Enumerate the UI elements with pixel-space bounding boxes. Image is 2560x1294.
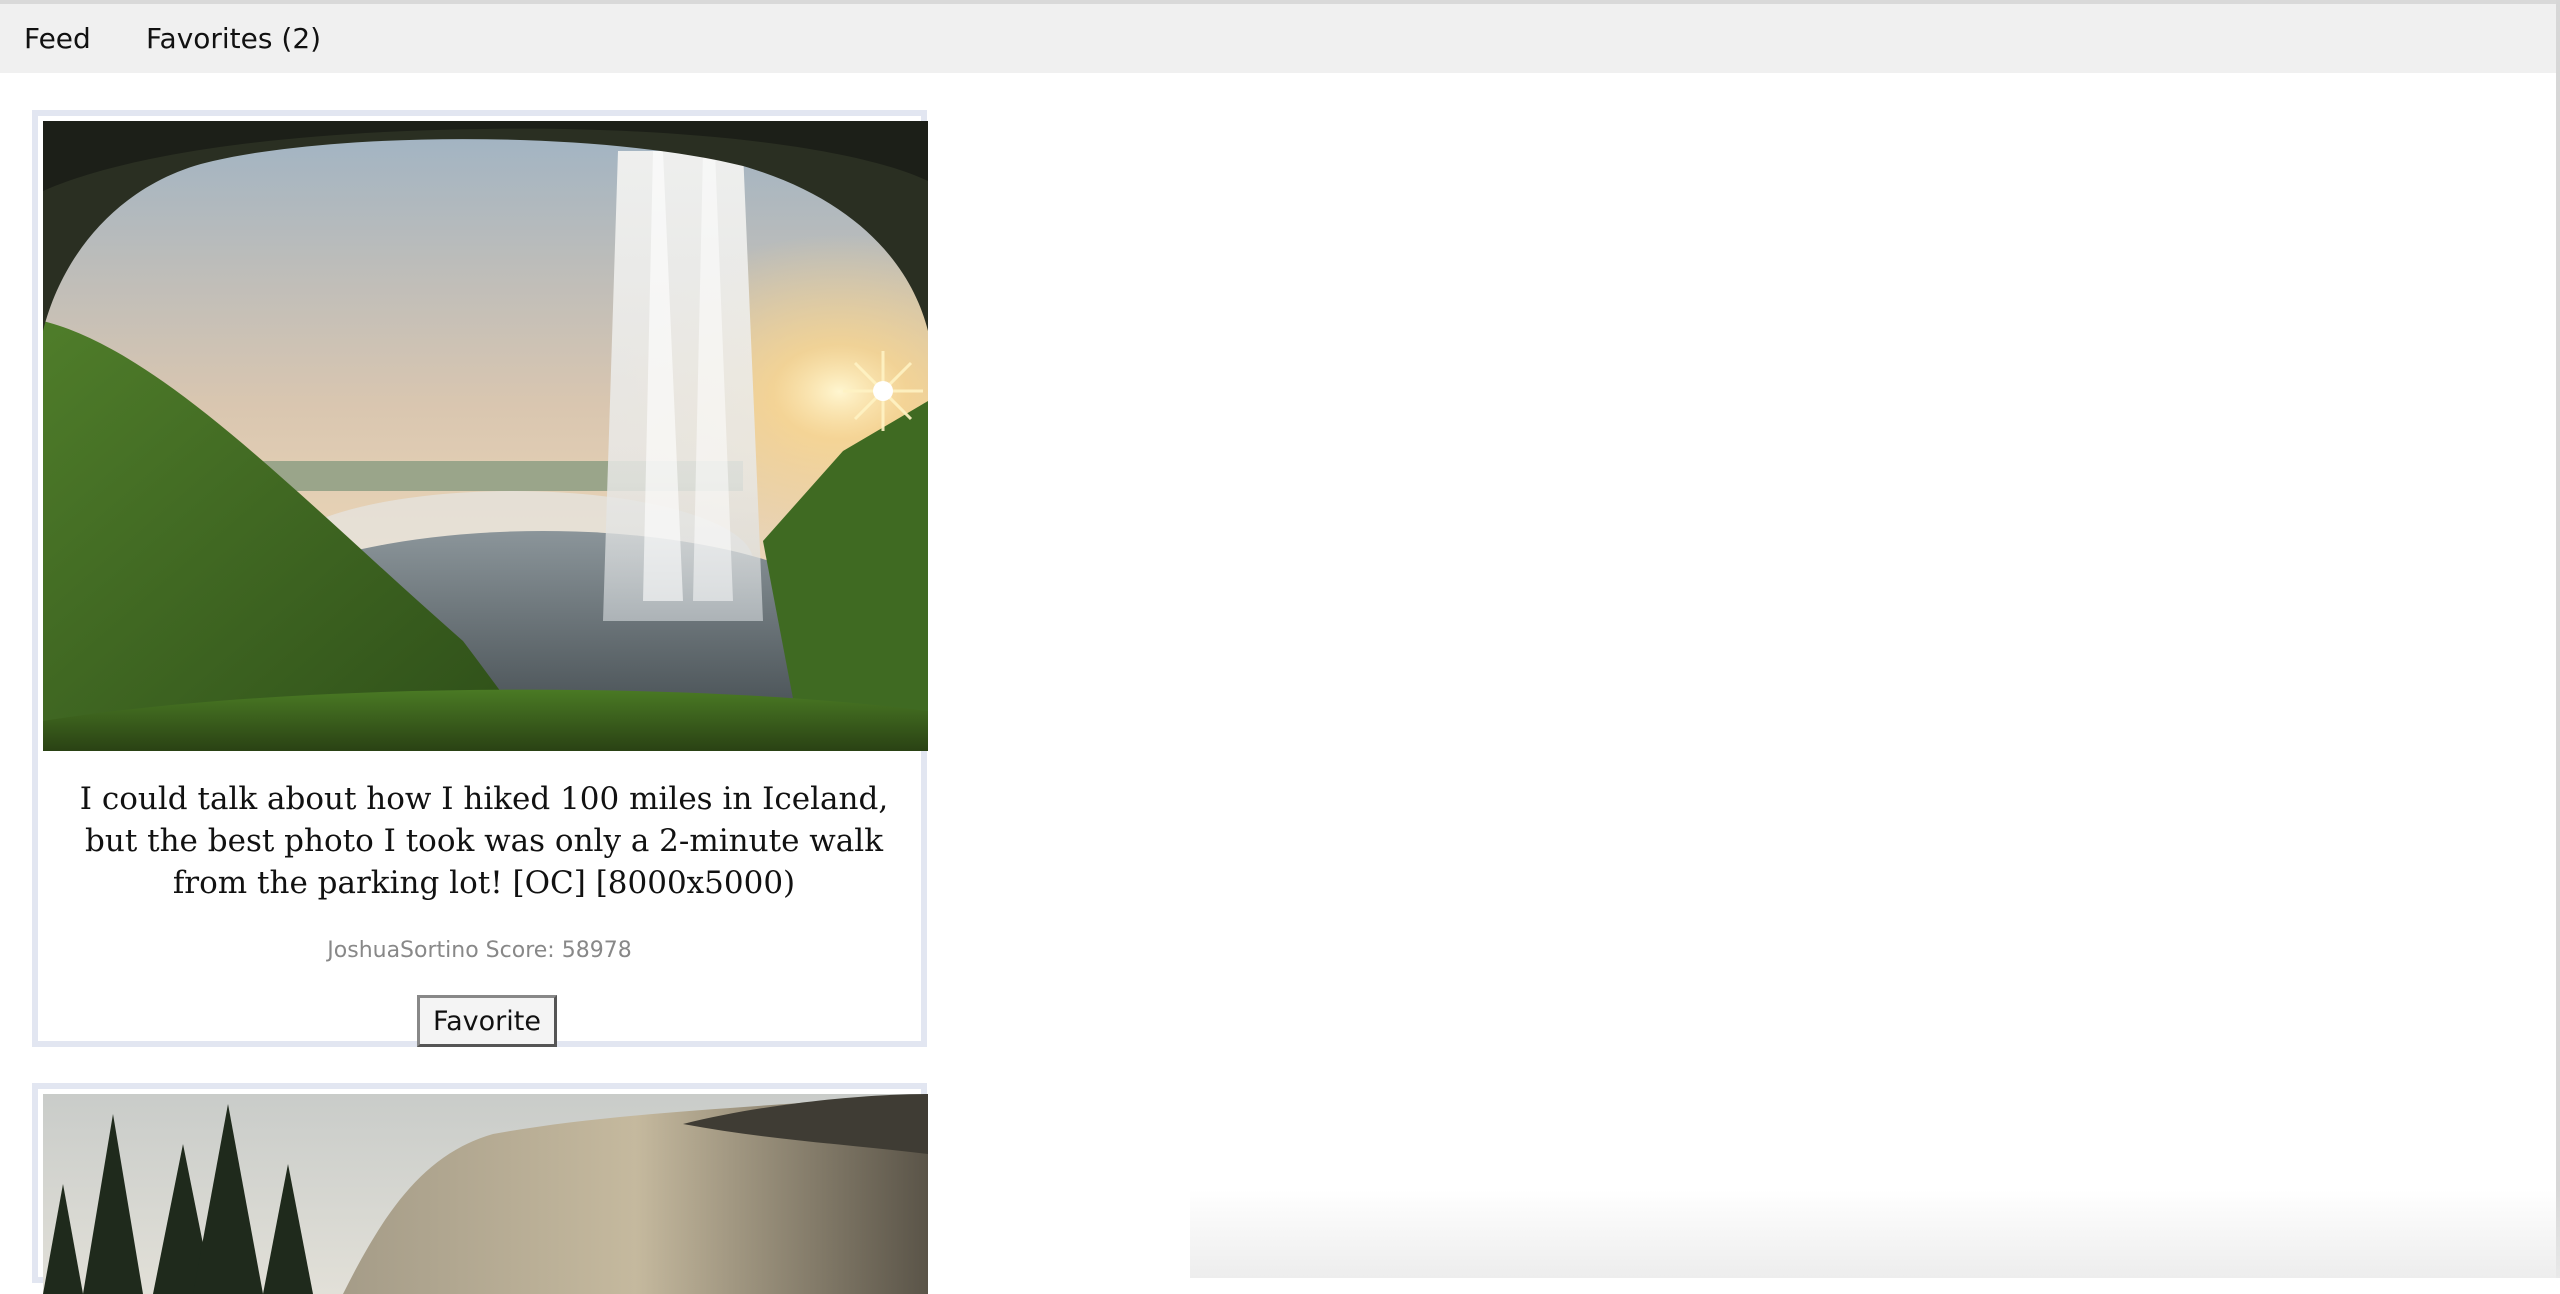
waterfall-cave-photo[interactable] xyxy=(43,121,928,751)
favorite-button[interactable]: Favorite xyxy=(417,995,557,1047)
nav-feed-link[interactable]: Feed xyxy=(24,22,91,55)
post-score-label: Score: xyxy=(485,938,555,963)
favorites-count: 2 xyxy=(272,22,321,55)
post-title: I could talk about how I hiked 100 miles… xyxy=(79,781,889,901)
top-nav-bar: Feed Favorites2 xyxy=(0,4,2556,73)
nav-favorites-label: Favorites xyxy=(146,22,273,55)
nav-favorites-link[interactable]: Favorites2 xyxy=(146,22,321,55)
window-right-edge xyxy=(2556,0,2560,1278)
bottom-shadow xyxy=(1190,1190,2560,1278)
post-author: JoshuaSortino xyxy=(327,938,479,963)
forest-cliff-photo[interactable] xyxy=(43,1094,928,1294)
post-card: I could talk about how I hiked 100 miles… xyxy=(32,110,928,1047)
post-score: 58978 xyxy=(561,938,632,963)
post-card xyxy=(32,1083,928,1294)
post-meta: JoshuaSortino Score: 58978 xyxy=(38,938,921,963)
